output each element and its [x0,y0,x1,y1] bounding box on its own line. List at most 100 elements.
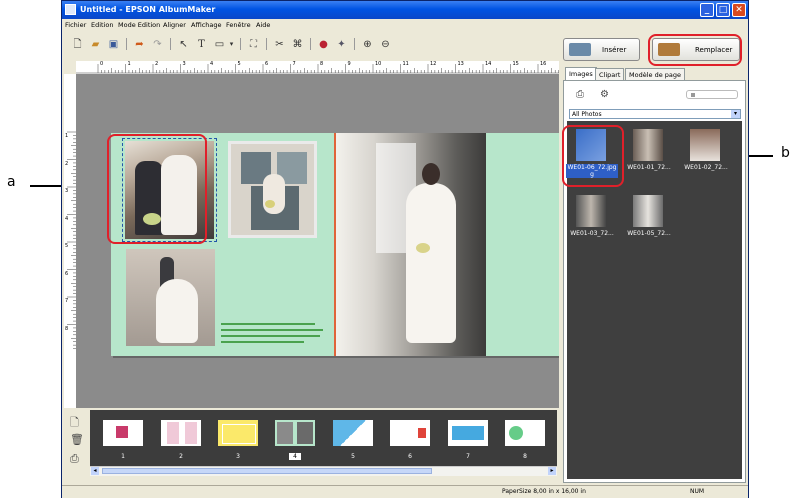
page-number-2: 2 [179,453,183,460]
ruler-h-number: 16 [540,61,547,67]
photo-thumb-image [633,195,663,227]
photo-bride-in-window[interactable] [228,141,317,238]
ruler-v-number: 4 [65,215,69,222]
page-thumb-7[interactable] [448,420,488,446]
tab-images[interactable]: Images [565,67,597,80]
ruler-h-number: 9 [347,61,351,67]
delete-page-icon[interactable]: 🗑 [70,433,84,446]
ruler-h-number: 10 [375,61,382,67]
redo-icon[interactable]: ↷ [150,37,165,52]
photo-thumb-image [576,195,606,227]
page-number-6: 6 [408,453,412,460]
menu-bar: Fichier Edition Mode Edition Aligner Aff… [62,19,748,31]
minimize-button[interactable]: _ [700,3,714,17]
filmstrip-area: 1 2 3 4 5 6 7 8 [90,410,557,466]
menu-fichier[interactable]: Fichier [65,21,86,29]
menu-aligner[interactable]: Aligner [163,21,186,29]
chevron-down-icon[interactable]: ▾ [224,37,239,52]
status-bar: PaperSize 8,00 in x 16,00 in NUM [62,485,748,498]
filmstrip-scrollbar[interactable]: ◂ ▸ [90,466,557,476]
ruler-v-number: 1 [65,133,69,139]
ruler-v-number: 3 [65,188,69,194]
page-number-4-current: 4 [289,453,301,460]
preview-icon[interactable]: ⎙ [70,452,79,466]
scroll-left-icon[interactable]: ◂ [91,467,99,475]
page-number-5: 5 [351,453,355,460]
page-number-3: 3 [236,453,240,460]
photo-filter-select[interactable]: All Photos ▾ [569,109,741,119]
ruler-h-number: 5 [237,61,241,67]
ruler-corner [64,61,76,74]
zoom-in-icon[interactable]: ⊕ [360,37,375,52]
ruler-h-number: 11 [402,61,409,67]
scroll-thumb[interactable] [102,468,432,474]
text-block[interactable] [221,319,325,347]
frame-icon[interactable]: ⛶ [246,37,261,52]
import-photo-icon[interactable]: ⎙ [576,89,584,100]
ruler-h-number: 2 [155,61,159,67]
insert-label: Insérer [602,46,627,54]
menu-edition[interactable]: Edition [91,21,114,29]
toolbar-separator [354,38,355,50]
tab-page-template[interactable]: Modèle de page [625,68,686,80]
main-toolbar: 🗋 ▰ ▣ ➦ ↷ ↖ T ▭ ▾ ⛶ ✂ ⌘ ● ✦ ⊕ ⊖ [62,31,559,61]
toolbar-separator [170,38,171,50]
ruler-v-number: 6 [65,270,69,277]
page-number-7: 7 [466,453,470,460]
insert-button[interactable]: Insérer [563,38,640,61]
crop-icon[interactable]: ✂ [272,37,287,52]
page-thumb-4[interactable] [275,420,315,446]
annotation-label-a: a [7,174,16,190]
page-thumb-6[interactable] [390,420,430,446]
ruler-v-number: 2 [65,160,69,167]
menu-aide[interactable]: Aide [256,21,270,29]
new-icon[interactable]: 🗋 [70,37,85,52]
effect-icon[interactable]: ✦ [334,37,349,52]
ruler-h-number: 8 [320,61,324,67]
page-thumb-2[interactable] [161,420,201,446]
tab-clipart[interactable]: Clipart [595,68,625,80]
title-bar[interactable]: Untitled - EPSON AlbumMaker _ □ ✕ [62,1,748,19]
menu-fenetre[interactable]: Fenêtre [226,21,251,29]
zoom-out-icon[interactable]: ⊖ [378,37,393,52]
open-icon[interactable]: ▰ [88,37,103,52]
paper-size-status: PaperSize 8,00 in x 16,00 in [502,488,586,495]
toolbar-separator [240,38,241,50]
menu-mode-edition[interactable]: Mode Edition [118,21,160,29]
photo-thumb-image [690,129,720,161]
ruler-h-number: 7 [292,61,296,67]
photo-bride-portrait[interactable] [336,133,486,356]
ruler-h-number: 14 [485,61,492,67]
toolbar-separator [266,38,267,50]
page-thumb-8[interactable] [505,420,545,446]
text-icon[interactable]: T [194,37,209,52]
thumbnail-size-slider[interactable] [686,90,738,99]
num-lock-status: NUM [690,488,705,495]
clip-icon[interactable]: ⌘ [290,37,305,52]
ruler-h-number: 4 [210,61,214,67]
page-thumb-1[interactable] [103,420,143,446]
toolbar-separator [126,38,127,50]
right-page[interactable] [336,133,559,356]
photo-thumb-caption: WE01-03_72... [570,230,614,237]
color-icon[interactable]: ● [316,37,331,52]
insert-icon [569,43,591,56]
page-thumb-5[interactable] [333,420,373,446]
photo-couple-dancing[interactable] [126,249,215,346]
horizontal-ruler: 0 1 2 3 4 5 6 7 8 9 10 11 12 13 14 15 16 [76,61,559,75]
scroll-right-icon[interactable]: ▸ [548,467,556,475]
photo-thumb-caption: WE01-02_72... [684,164,728,171]
close-button[interactable]: ✕ [732,3,746,17]
undo-icon[interactable]: ➦ [132,37,147,52]
scan-icon[interactable]: ⚙ [600,89,609,100]
menu-affichage[interactable]: Affichage [191,21,222,29]
page-thumb-3[interactable] [218,420,258,446]
chevron-down-icon[interactable]: ▾ [731,110,740,118]
maximize-button[interactable]: □ [716,3,730,17]
pointer-icon[interactable]: ↖ [176,37,191,52]
add-page-icon[interactable]: 🗋 [70,414,79,433]
save-icon[interactable]: ▣ [106,37,121,52]
ruler-h-number: 1 [127,61,131,67]
ruler-h-number: 0 [100,61,104,67]
ruler-v-number: 8 [65,325,69,332]
